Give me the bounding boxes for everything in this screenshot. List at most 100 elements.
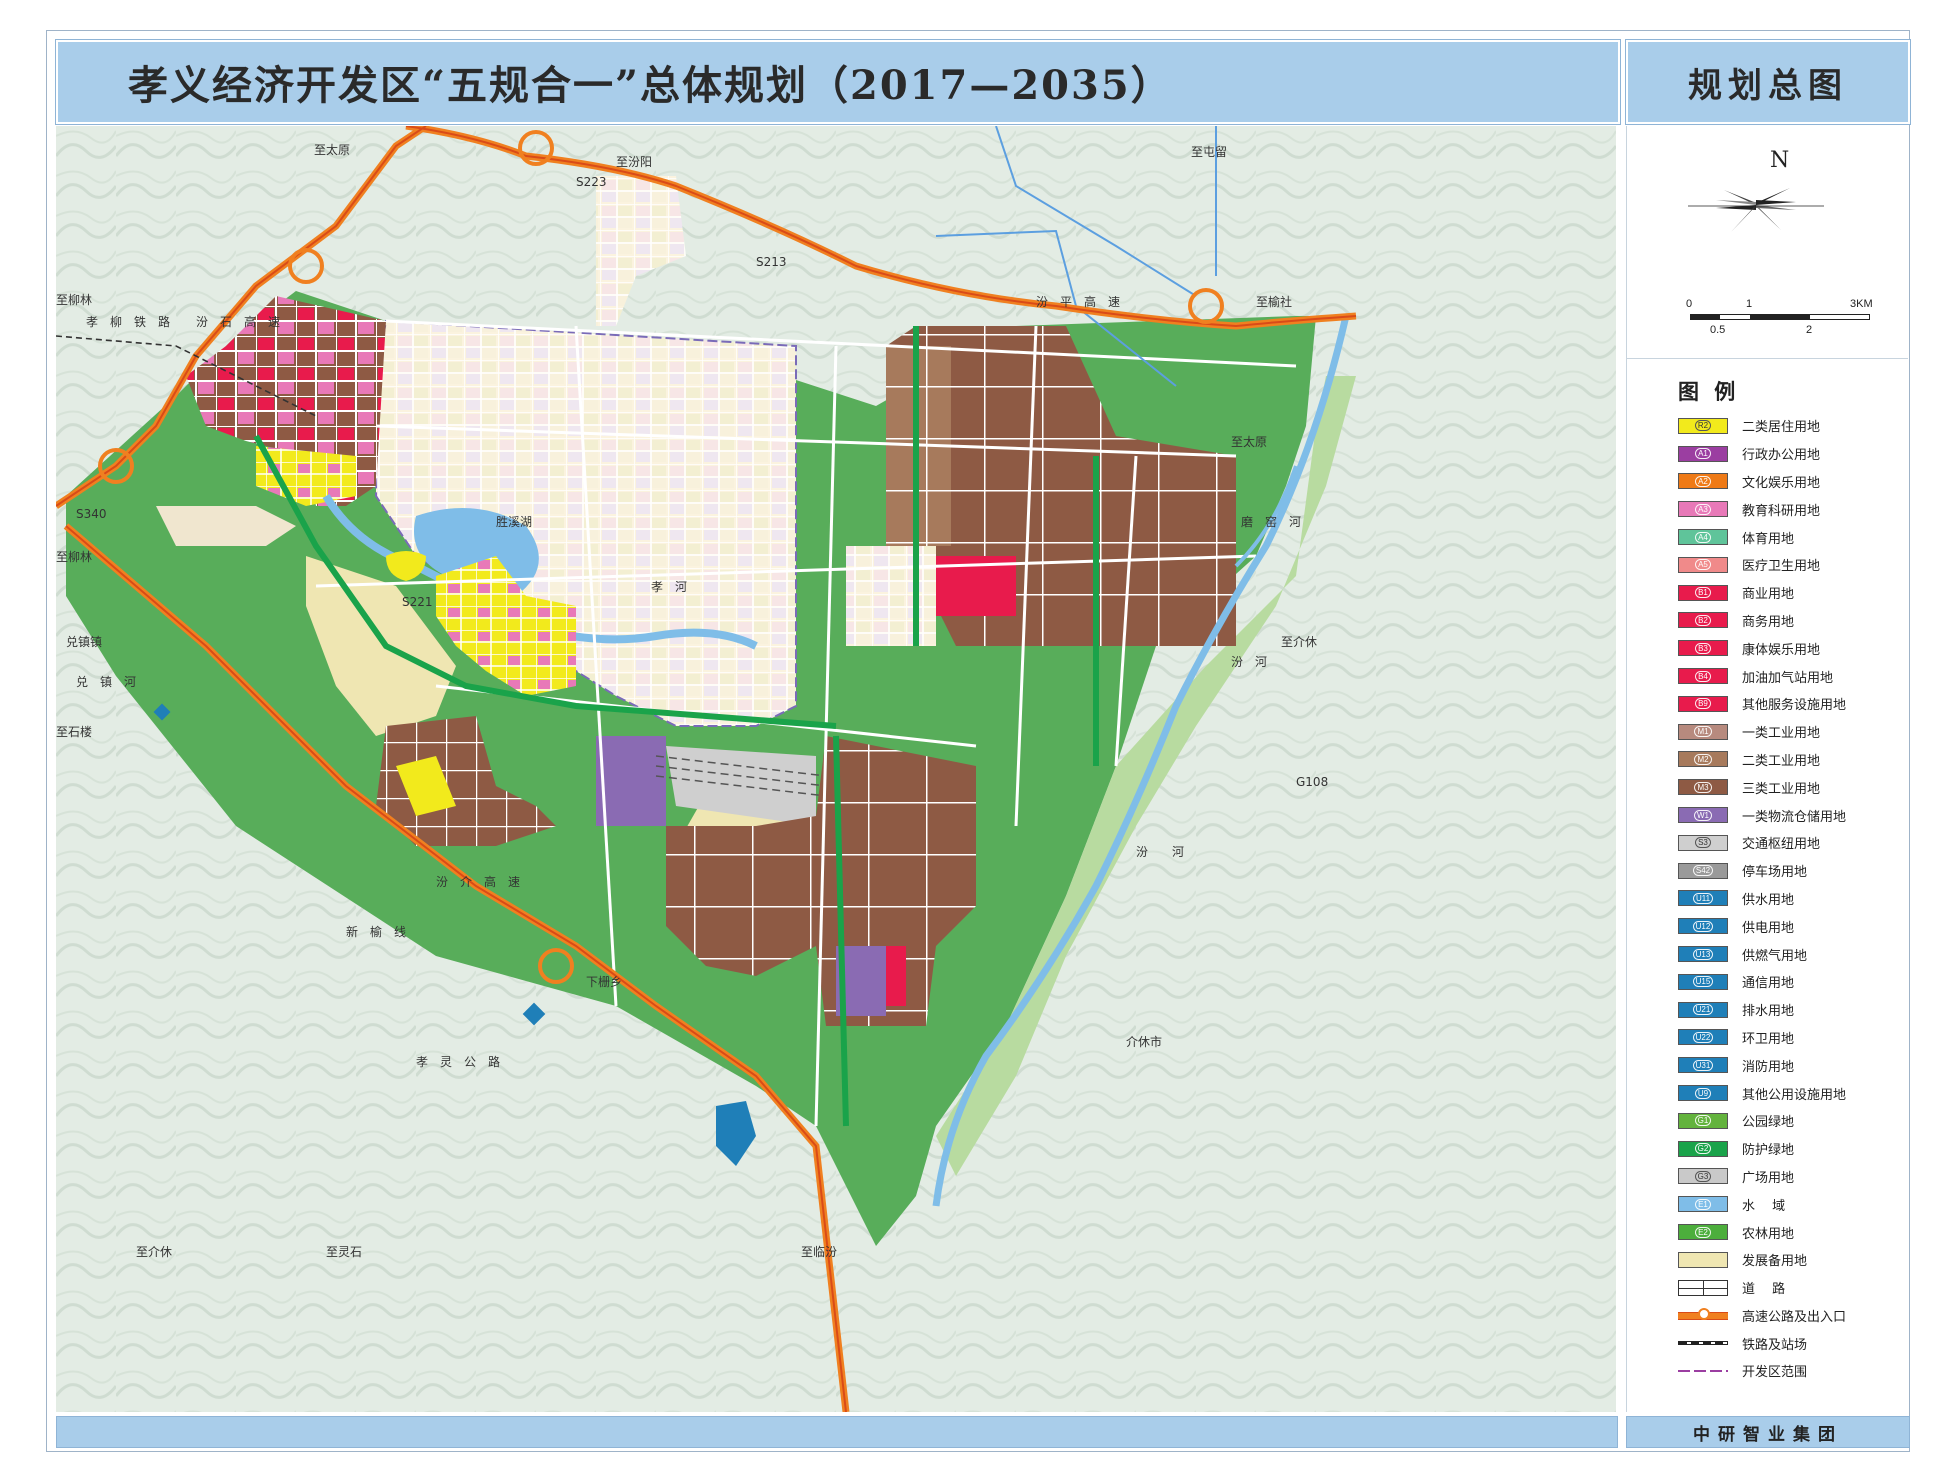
legend-code: B1	[1695, 587, 1711, 599]
label-dui-river: 兑 镇 河	[76, 675, 136, 689]
legend-swatch	[1678, 1335, 1728, 1352]
legend-item: 开发区范围	[1678, 1357, 1906, 1385]
compass-icon	[1688, 188, 1824, 232]
legend-label: 高速公路及出入口	[1742, 1309, 1847, 1325]
label-to-yushe: 至榆社	[1256, 294, 1292, 309]
legend-swatch: G2	[1678, 1140, 1728, 1157]
legend-label: 防护绿地	[1742, 1143, 1795, 1159]
legend-label: 其他服务设施用地	[1742, 698, 1847, 714]
legend-item: B1 商业用地	[1678, 579, 1906, 607]
legend-swatch	[1678, 1362, 1728, 1379]
legend-item: M1 一类工业用地	[1678, 718, 1906, 746]
legend-swatch: S3	[1678, 834, 1728, 851]
legend-label: 停车场用地	[1742, 865, 1808, 881]
legend: R2 二类居住用地 A1 行政办公用地 A2 文化娱乐用地 A3 教育科研用地 A4 体育用地 A5…	[1678, 412, 1906, 1385]
legend-label: 行政办公用地	[1742, 448, 1821, 464]
label-shengxi-lake: 胜溪湖	[496, 514, 532, 529]
legend-code: M3	[1694, 781, 1712, 793]
legend-item: B2 商务用地	[1678, 607, 1906, 635]
bottom-bar	[56, 1416, 1618, 1448]
legend-item: U15 通信用地	[1678, 968, 1906, 996]
legend-swatch: U11	[1678, 890, 1728, 907]
label-g108: G108	[1296, 775, 1328, 789]
legend-item: G3 广场用地	[1678, 1163, 1906, 1191]
legend-swatch: A2	[1678, 473, 1728, 490]
legend-label: 供水用地	[1742, 892, 1795, 908]
label-to-tunliu: 至屯留	[1191, 145, 1227, 159]
legend-swatch: B9	[1678, 695, 1728, 712]
legend-swatch: B3	[1678, 640, 1728, 657]
label-to-shilou: 至石楼	[56, 724, 92, 739]
legend-label: 铁路及站场	[1742, 1337, 1808, 1353]
legend-code: R2	[1694, 420, 1712, 432]
panel-divider	[1626, 358, 1908, 359]
label-xiashan: 下栅乡	[586, 974, 622, 989]
label-fen-river: 汾 河	[1136, 845, 1184, 859]
legend-label: 开发区范围	[1742, 1365, 1808, 1381]
label-xiaohe: 孝 河	[651, 580, 687, 594]
legend-item: B9 其他服务设施用地	[1678, 690, 1906, 718]
legend-code: U22	[1692, 1031, 1714, 1043]
legend-code: A3	[1695, 503, 1711, 515]
legend-code: E1	[1695, 1198, 1711, 1210]
scale-label: 3KM	[1850, 298, 1873, 310]
legend-item: U13 供燃气用地	[1678, 940, 1906, 968]
label-xinyu-line: 新 榆 线	[346, 924, 406, 939]
label-to-linfen: 至临汾	[801, 1245, 837, 1259]
legend-code: S42	[1692, 865, 1714, 877]
legend-item: E2 农林用地	[1678, 1218, 1906, 1246]
label-s340: S340	[76, 507, 107, 521]
label-to-fenyang: 至汾阳	[616, 155, 652, 169]
footer-org-box: 中研智业集团	[1626, 1416, 1910, 1448]
legend-item: U9 其他公用设施用地	[1678, 1079, 1906, 1107]
plan-map[interactable]: 至太原 S223 至汾阳 至屯留 S213 汾 平 高 速 至榆社 汾 石 高 …	[56, 126, 1616, 1412]
legend-swatch: G1	[1678, 1112, 1728, 1129]
legend-swatch	[1678, 1251, 1728, 1268]
legend-label: 教育科研用地	[1742, 503, 1821, 519]
scale-bar: 0 1 3KM 0.5 2	[1680, 292, 1880, 342]
legend-code: G3	[1694, 1170, 1712, 1182]
label-to-jiexiu-2: 至介休	[136, 1245, 172, 1259]
legend-code: A1	[1695, 448, 1711, 460]
label-fenping-expressway: 汾 平 高 速	[1036, 294, 1120, 309]
legend-item: U21 排水用地	[1678, 996, 1906, 1024]
page-title: 孝义经济开发区“五规合一”总体规划（2017—2035）	[128, 62, 1173, 109]
legend-code: U9	[1694, 1087, 1712, 1099]
legend-swatch: W1	[1678, 807, 1728, 824]
scale-label: 1	[1746, 298, 1753, 310]
legend-item: A2 文化娱乐用地	[1678, 468, 1906, 496]
legend-swatch: E1	[1678, 1196, 1728, 1213]
legend-label: 道 路	[1742, 1282, 1786, 1298]
legend-item: B3 康体娱乐用地	[1678, 634, 1906, 662]
legend-item: G2 防护绿地	[1678, 1135, 1906, 1163]
panel-title-box: 规划总图	[1626, 40, 1910, 124]
legend-item: U31 消防用地	[1678, 1051, 1906, 1079]
legend-code: B9	[1695, 698, 1711, 710]
legend-code: G1	[1694, 1115, 1712, 1127]
legend-code: U15	[1692, 976, 1714, 988]
legend-label: 一类物流仓储用地	[1742, 809, 1847, 825]
legend-code: B4	[1695, 670, 1711, 682]
legend-item: R2 二类居住用地	[1678, 412, 1906, 440]
legend-label: 交通枢纽用地	[1742, 837, 1821, 853]
label-xiaoliu-railway: 孝 柳 铁 路	[86, 314, 170, 329]
legend-label: 其他公用设施用地	[1742, 1087, 1847, 1103]
legend-swatch: U31	[1678, 1057, 1728, 1074]
map-canvas: 至太原 S223 至汾阳 至屯留 S213 汾 平 高 速 至榆社 汾 石 高 …	[56, 126, 1616, 1412]
legend-swatch: U9	[1678, 1085, 1728, 1102]
scale-label: 0.5	[1710, 324, 1726, 336]
legend-label: 康体娱乐用地	[1742, 642, 1821, 658]
legend-swatch: A1	[1678, 445, 1728, 462]
legend-label: 商业用地	[1742, 587, 1795, 603]
legend-code: B3	[1695, 642, 1711, 654]
legend-swatch: U13	[1678, 946, 1728, 963]
label-fenhe-east: 汾 河	[1231, 655, 1267, 669]
label-to-liulin: 至柳林	[56, 293, 92, 307]
ne-urban	[846, 546, 936, 646]
legend-code: U31	[1692, 1059, 1714, 1071]
legend-item: W1 一类物流仓储用地	[1678, 801, 1906, 829]
legend-code: G2	[1694, 1143, 1712, 1155]
legend-swatch: A5	[1678, 556, 1728, 573]
label-to-jiexiu: 至介休	[1281, 635, 1317, 649]
legend-swatch: B2	[1678, 612, 1728, 629]
